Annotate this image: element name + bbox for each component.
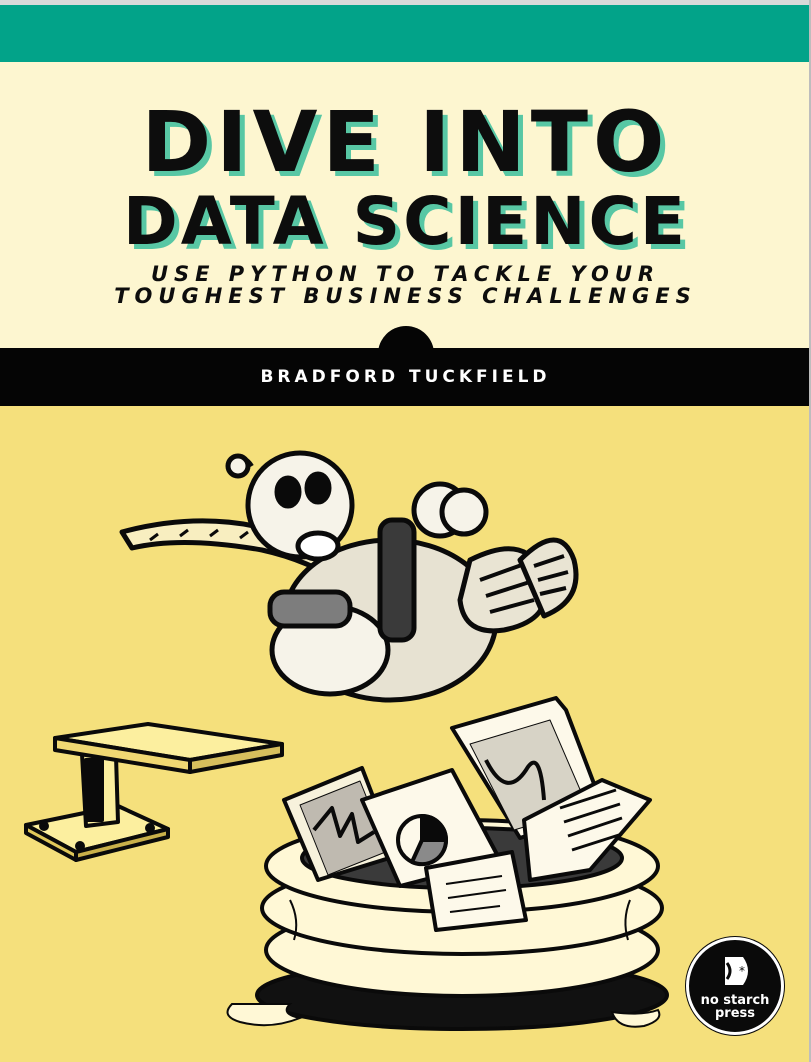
cover-illustration [24, 450, 669, 1031]
publisher-badge: * no starch press [686, 937, 784, 1035]
diving-board-illustration [24, 722, 284, 862]
robot-illustration [119, 450, 579, 703]
author-name: BRADFORD TUCKFIELD [260, 367, 551, 387]
title-line-2: DATA SCIENCE [122, 183, 689, 260]
publisher-name-line-2: press [714, 1006, 755, 1021]
title-line-1: DIVE INTO [141, 93, 670, 191]
svg-text:*: * [739, 964, 745, 978]
subtitle-line-2: TOUGHEST BUSINESS CHALLENGES [114, 284, 697, 308]
top-color-band [0, 0, 811, 62]
no-starch-press-logo-icon: * [725, 957, 748, 985]
book-cover: DIVE INTO DATA SCIENCE USE PYTHON TO TAC… [0, 0, 811, 1062]
